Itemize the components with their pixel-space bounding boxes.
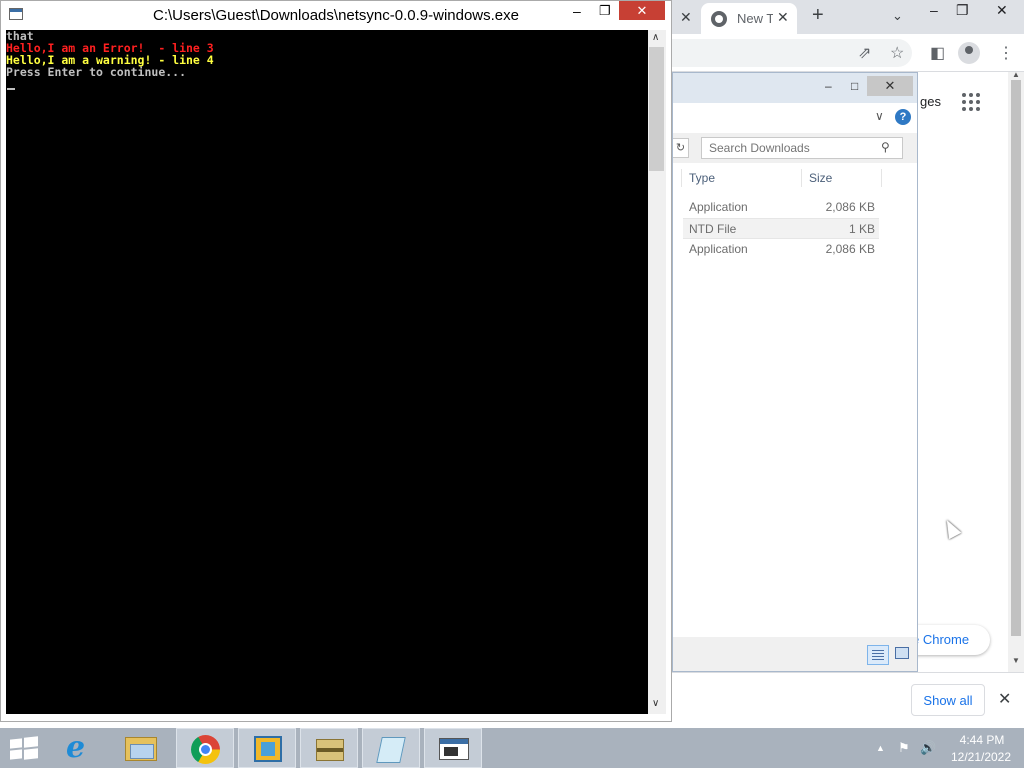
- chrome-close-button[interactable]: ✕: [996, 2, 1008, 19]
- taskbar: e ▲ ⚑ 🔊 4:44 PM 12/21/2022: [0, 728, 1024, 768]
- customize-chrome-label: e Chrome: [912, 632, 970, 647]
- console-icon: [439, 738, 469, 760]
- images-link-partial[interactable]: ges: [920, 94, 941, 109]
- tab-close-icon[interactable]: ✕: [777, 9, 789, 26]
- refresh-icon[interactable]: ↻: [673, 138, 689, 158]
- chrome-minimize-button[interactable]: –: [930, 2, 938, 18]
- file-list: Type Size Application 2,086 KB NTD File …: [673, 163, 917, 653]
- help-icon[interactable]: ?: [895, 109, 911, 125]
- file-row[interactable]: Application 2,086 KB: [683, 239, 879, 260]
- new-tab-button[interactable]: +: [812, 4, 824, 27]
- console-line-prompt: Press Enter to continue...: [6, 65, 187, 79]
- action-center-flag-icon[interactable]: ⚑: [898, 740, 910, 756]
- start-button[interactable]: [0, 728, 58, 768]
- search-icon[interactable]: ⚲: [881, 140, 890, 154]
- download-bar-close-icon[interactable]: ✕: [998, 689, 1011, 709]
- explorer-titlebar: – □ ✕: [673, 73, 917, 103]
- clock-time[interactable]: 4:44 PM: [952, 733, 1012, 747]
- chrome-tab-strip: ✕ New Tab ✕ + ⌄ – ❐ ✕: [672, 0, 1024, 34]
- explorer-ribbon-bar: ∨ ?: [673, 103, 917, 133]
- chrome-restore-button[interactable]: ❐: [956, 2, 969, 19]
- file-type: Application: [689, 242, 748, 256]
- share-icon[interactable]: ⇗: [858, 43, 871, 63]
- clock-date[interactable]: 12/21/2022: [946, 750, 1016, 764]
- show-all-button[interactable]: Show all: [911, 684, 985, 716]
- internet-explorer-icon: e: [66, 730, 86, 765]
- file-size: 1 KB: [848, 222, 875, 236]
- search-downloads-input[interactable]: [701, 137, 903, 159]
- taskbar-file-explorer[interactable]: [112, 728, 170, 768]
- volume-icon[interactable]: 🔊: [920, 740, 936, 756]
- explorer-status-bar: [673, 637, 917, 671]
- console-restore-button[interactable]: ❐: [599, 3, 611, 19]
- google-apps-icon[interactable]: [962, 93, 980, 111]
- console-minimize-button[interactable]: –: [573, 3, 581, 19]
- scroll-down-arrow-icon[interactable]: ▼: [1012, 656, 1020, 665]
- taskbar-archive[interactable]: [300, 728, 358, 768]
- scrollbar-thumb[interactable]: [649, 47, 664, 171]
- console-output[interactable]: that Hello,I am an Error! - line 3 Hello…: [6, 30, 648, 714]
- chrome-favicon-icon: [711, 11, 727, 27]
- scrollbar-thumb[interactable]: [1011, 80, 1021, 636]
- explorer-maximize-button[interactable]: □: [851, 79, 858, 93]
- virtualbox-icon: [254, 736, 282, 762]
- file-size: 2,086 KB: [825, 200, 875, 214]
- explorer-minimize-button[interactable]: –: [825, 79, 832, 93]
- file-explorer-icon: [125, 737, 157, 761]
- console-window: C:\Users\Guest\Downloads\netsync-0.0.9-w…: [0, 0, 672, 722]
- taskbar-chrome[interactable]: [176, 728, 234, 768]
- notepad-icon: [376, 737, 406, 763]
- side-panel-icon[interactable]: ◧: [930, 43, 945, 63]
- tab-search-chevron-icon[interactable]: ⌄: [892, 8, 903, 24]
- file-row-selected[interactable]: NTD File 1 KB: [683, 218, 879, 239]
- bookmark-star-icon[interactable]: ☆: [890, 43, 904, 63]
- archive-icon: [316, 739, 344, 761]
- explorer-close-button[interactable]: ✕: [867, 76, 913, 96]
- profile-avatar-icon[interactable]: [958, 42, 980, 64]
- column-divider[interactable]: [681, 169, 682, 187]
- expand-ribbon-chevron-icon[interactable]: ∨: [875, 109, 884, 123]
- file-type: Application: [689, 200, 748, 214]
- chrome-toolbar: ⇗ ☆ ◧ ⋮: [672, 34, 1024, 72]
- file-type: NTD File: [689, 222, 737, 236]
- scroll-up-arrow-icon[interactable]: ∧: [652, 32, 659, 43]
- console-title: C:\Users\Guest\Downloads\netsync-0.0.9-w…: [153, 7, 519, 24]
- address-bar[interactable]: [672, 39, 912, 67]
- file-explorer-window: – □ ✕ ∨ ? ↻ ⚲ Type Size Application 2,08…: [672, 72, 918, 672]
- column-header-size[interactable]: Size: [809, 171, 832, 185]
- file-row[interactable]: Application 2,086 KB: [683, 197, 879, 218]
- console-text-cursor: [7, 88, 15, 90]
- scroll-down-arrow-icon[interactable]: ∨: [652, 698, 659, 709]
- explorer-address-row: ↻ ⚲: [673, 133, 917, 163]
- taskbar-console[interactable]: [424, 728, 482, 768]
- windows-start-icon: [10, 736, 38, 761]
- scroll-up-arrow-icon[interactable]: ▲: [1012, 70, 1020, 79]
- column-divider[interactable]: [801, 169, 802, 187]
- chrome-tab-new-tab[interactable]: New Tab ✕: [701, 3, 797, 34]
- large-icons-view-icon[interactable]: [895, 647, 909, 659]
- show-hidden-icons-chevron-icon[interactable]: ▲: [876, 743, 885, 753]
- taskbar-virtualbox[interactable]: [238, 728, 296, 768]
- taskbar-internet-explorer[interactable]: e: [52, 728, 110, 768]
- chrome-icon: [191, 735, 220, 764]
- chrome-scrollbar[interactable]: ▲ ▼: [1008, 70, 1024, 672]
- details-view-icon[interactable]: [867, 645, 889, 665]
- download-bar: Show all ✕: [672, 672, 1024, 728]
- console-scrollbar[interactable]: ∧ ∨: [648, 30, 666, 714]
- console-titlebar[interactable]: C:\Users\Guest\Downloads\netsync-0.0.9-w…: [1, 1, 671, 30]
- console-close-button[interactable]: ✕: [619, 1, 665, 20]
- previous-tab-close-icon[interactable]: ✕: [680, 9, 692, 26]
- taskbar-notepad[interactable]: [362, 728, 420, 768]
- chrome-menu-icon[interactable]: ⋮: [998, 43, 1014, 63]
- file-size: 2,086 KB: [825, 242, 875, 256]
- column-header-type[interactable]: Type: [689, 171, 715, 185]
- column-divider[interactable]: [881, 169, 882, 187]
- tab-title: New Tab: [737, 11, 773, 26]
